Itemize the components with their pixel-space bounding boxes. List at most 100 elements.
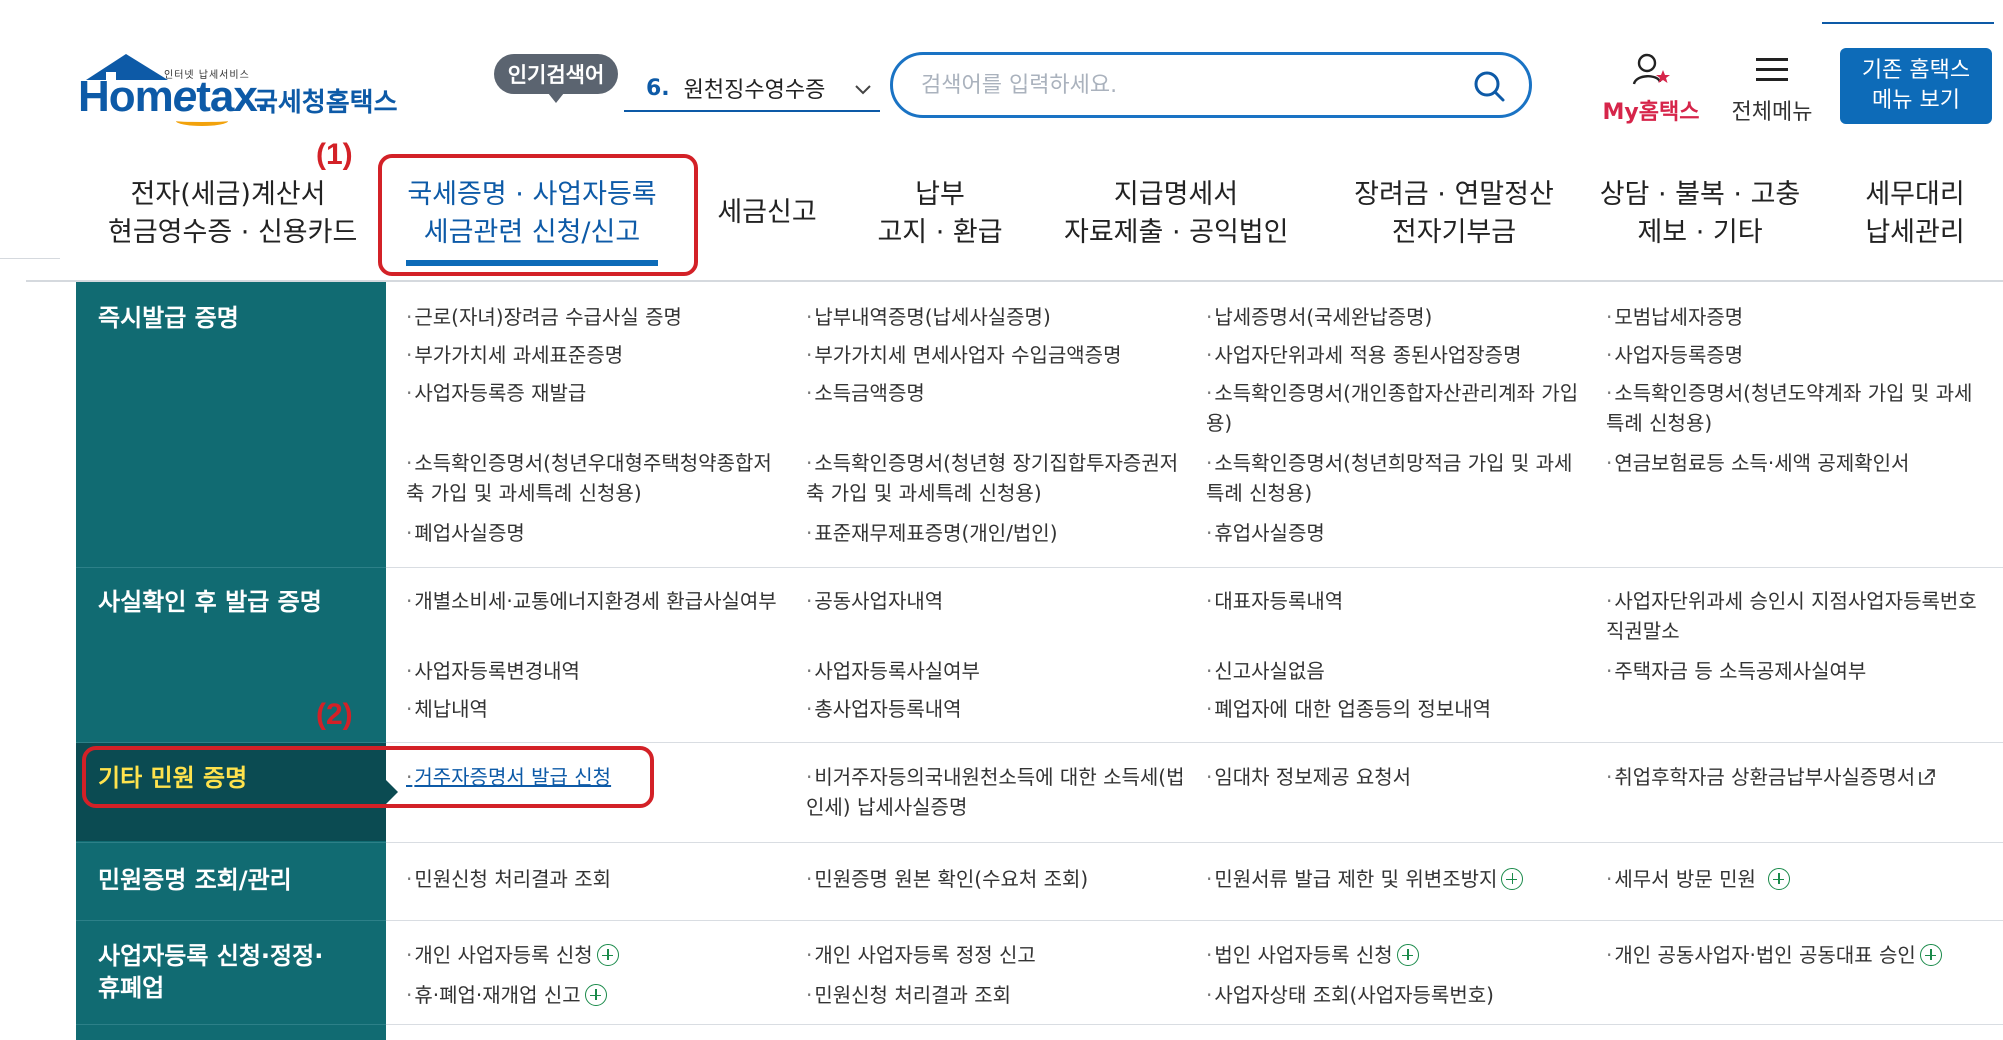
menu-link-label: 소득확인증명서(청년희망적금 가입 및 과세특례 신청용) bbox=[1206, 451, 1573, 505]
menu-link[interactable]: · 표준재무제표증명(개인/법인) bbox=[806, 518, 1186, 548]
bullet: · bbox=[1606, 659, 1613, 683]
menu-link[interactable]: · 사업자등록증 재발급 bbox=[406, 378, 786, 408]
gnb-tab-incentive-year-end[interactable]: 장려금 · 연말정산 전자기부금 bbox=[1344, 176, 1564, 252]
menu-link[interactable]: · 납세증명서(국세완납증명) bbox=[1206, 302, 1586, 332]
plus-circle-icon[interactable] bbox=[1396, 944, 1419, 966]
plus-circle-icon[interactable] bbox=[584, 984, 607, 1006]
menu-link[interactable]: · 개인 사업자등록 신청 bbox=[406, 940, 786, 970]
menu-link[interactable]: · 소득확인증명서(청년우대형주택청약종합저축 가입 및 과세특례 신청용) bbox=[406, 448, 786, 508]
bullet: · bbox=[1606, 943, 1613, 967]
menu-link-label: 민원신청 처리결과 조회 bbox=[414, 867, 612, 891]
category-business-registration[interactable]: 사업자등록 신청·정정· 휴폐업 bbox=[98, 940, 323, 1004]
bullet: · bbox=[1206, 589, 1213, 613]
menu-link-label: 개인 사업자등록 정정 신고 bbox=[814, 943, 1036, 967]
gnb-tab-label: 제보 · 기타 bbox=[1637, 217, 1763, 248]
row-divider bbox=[76, 1024, 386, 1025]
my-hometax-button[interactable]: My홈택스 bbox=[1596, 52, 1706, 125]
menu-link-label: 대표자등록내역 bbox=[1214, 589, 1344, 613]
plus-circle-icon[interactable] bbox=[1501, 868, 1524, 890]
menu-link[interactable]: · 대표자등록내역 bbox=[1206, 586, 1586, 616]
plus-circle-icon[interactable] bbox=[596, 944, 619, 966]
menu-link-label: 개인 공동사업자·법인 공동대표 승인 bbox=[1614, 943, 1916, 967]
menu-link[interactable]: · 근로(자녀)장려금 수급사실 증명 bbox=[406, 302, 786, 332]
menu-link-label: 공동사업자내역 bbox=[814, 589, 944, 613]
bullet: · bbox=[406, 521, 413, 545]
popular-keyword-text: 원천징수영수증 bbox=[683, 78, 826, 103]
menu-link[interactable]: · 휴업사실증명 bbox=[1206, 518, 1586, 548]
menu-link[interactable]: · 법인 사업자등록 신청 bbox=[1206, 940, 1586, 970]
menu-link-label: 신고사실없음 bbox=[1214, 659, 1325, 683]
category-instant-issue[interactable]: 즉시발급 증명 bbox=[98, 302, 239, 334]
bullet: · bbox=[1206, 381, 1213, 405]
gnb-tab-tax-agent[interactable]: 세무대리 납세관리 bbox=[1852, 176, 1978, 252]
hometax-logo[interactable]: 인터넷 납세서비스 Hometax. 국세청홈택스 bbox=[78, 50, 398, 130]
menu-link[interactable]: · 민원신청 처리결과 조회 bbox=[806, 980, 1186, 1010]
menu-link[interactable]: · 휴·폐업·재개업 신고 bbox=[406, 980, 786, 1010]
main-navigation: 전자(세금)계산서 현금영수증 · 신용카드 국세증명 · 사업자등록 세금관련… bbox=[0, 140, 2003, 282]
divider bbox=[1822, 22, 1994, 24]
menu-link[interactable]: · 비거주자등의국내원천소득에 대한 소득세(법인세) 납세사실증명 bbox=[806, 762, 1186, 822]
menu-link-label: 사업자등록변경내역 bbox=[414, 659, 580, 683]
gnb-tab-label: 상담 · 불복 · 고충 bbox=[1599, 179, 1801, 210]
menu-link[interactable]: · 납부내역증명(납세사실증명) bbox=[806, 302, 1186, 332]
bullet: · bbox=[1606, 867, 1613, 891]
menu-link-label: 소득확인증명서(개인종합자산관리계좌 가입용) bbox=[1206, 381, 1579, 435]
menu-link[interactable]: · 부가가치세 과세표준증명 bbox=[406, 340, 786, 370]
menu-link[interactable]: · 취업후학자금 상환금납부사실증명서 bbox=[1606, 762, 2003, 792]
menu-link[interactable]: · 소득확인증명서(청년형 장기집합투자증권저축 가입 및 과세특례 신청용) bbox=[806, 448, 1186, 508]
menu-link[interactable]: · 소득확인증명서(청년희망적금 가입 및 과세특례 신청용) bbox=[1206, 448, 1586, 508]
menu-link[interactable]: · 폐업사실증명 bbox=[406, 518, 786, 548]
popular-keyword-dropdown[interactable]: 6. 원천징수영수증 bbox=[624, 66, 880, 112]
bullet: · bbox=[1606, 451, 1613, 475]
menu-link[interactable]: · 연금보험료등 소득·세액 공제확인서 bbox=[1606, 448, 1986, 478]
all-menu-button[interactable]: 전체메뉴 bbox=[1722, 52, 1822, 125]
gnb-tab-statement-submission[interactable]: 지급명세서 자료제출 · 공익법인 bbox=[1064, 176, 1288, 252]
menu-link[interactable]: · 폐업자에 대한 업종등의 정보내역 bbox=[1206, 694, 1586, 724]
menu-link[interactable]: · 사업자등록증명 bbox=[1606, 340, 1986, 370]
menu-link[interactable]: · 사업자상태 조회(사업자등록번호) bbox=[1206, 980, 1586, 1010]
gnb-tab-tax-filing[interactable]: 세금신고 bbox=[712, 194, 822, 232]
menu-link[interactable]: · 임대차 정보제공 요청서 bbox=[1206, 762, 1586, 792]
bullet: · bbox=[406, 867, 413, 891]
search-icon[interactable] bbox=[1469, 67, 1509, 107]
menu-link[interactable]: · 민원서류 발급 제한 및 위변조방지 bbox=[1206, 864, 1586, 894]
menu-link[interactable]: · 사업자등록변경내역 bbox=[406, 656, 786, 686]
bullet: · bbox=[806, 343, 813, 367]
row-divider bbox=[76, 567, 386, 568]
menu-link[interactable]: · 소득확인증명서(개인종합자산관리계좌 가입용) bbox=[1206, 378, 1586, 438]
menu-link[interactable]: · 신고사실없음 bbox=[1206, 656, 1586, 686]
row-divider bbox=[386, 742, 2003, 743]
menu-link[interactable]: · 모범납세자증명 bbox=[1606, 302, 1986, 332]
menu-link[interactable]: · 개별소비세·교통에너지환경세 환급사실여부 bbox=[406, 586, 786, 616]
menu-link[interactable]: · 사업자단위과세 적용 종된사업장증명 bbox=[1206, 340, 1586, 370]
legacy-menu-button[interactable]: 기존 홈택스 메뉴 보기 bbox=[1840, 48, 1992, 124]
search-input[interactable] bbox=[921, 67, 1461, 103]
category-verified-issue[interactable]: 사실확인 후 발급 증명 bbox=[98, 586, 322, 618]
menu-link[interactable]: · 주택자금 등 소득공제사실여부 bbox=[1606, 656, 1986, 686]
gnb-tab-e-invoice[interactable]: 전자(세금)계산서 현금영수증 · 신용카드 bbox=[108, 176, 357, 252]
menu-link[interactable]: · 개인 공동사업자·법인 공동대표 승인 bbox=[1606, 940, 2003, 970]
menu-link[interactable]: · 사업자단위과세 승인시 지점사업자등록번호 직권말소 bbox=[1606, 586, 1986, 646]
menu-link[interactable]: · 개인 사업자등록 정정 신고 bbox=[806, 940, 1186, 970]
gnb-tab-consultation[interactable]: 상담 · 불복 · 고충 제보 · 기타 bbox=[1598, 176, 1802, 252]
menu-link[interactable]: · 공동사업자내역 bbox=[806, 586, 1186, 616]
menu-link[interactable]: · 부가가치세 면세사업자 수입금액증명 bbox=[806, 340, 1186, 370]
menu-link[interactable]: · 총사업자등록내역 bbox=[806, 694, 1186, 724]
menu-link[interactable]: · 소득확인증명서(청년도약계좌 가입 및 과세특례 신청용) bbox=[1606, 378, 1986, 438]
gnb-tab-label: 전자(세금)계산서 bbox=[130, 179, 326, 210]
bullet: · bbox=[1206, 659, 1213, 683]
menu-link[interactable]: · 민원신청 처리결과 조회 bbox=[406, 864, 786, 894]
hamburger-menu-icon bbox=[1756, 58, 1788, 81]
gnb-tab-payment[interactable]: 납부 고지 · 환급 bbox=[870, 176, 1010, 252]
menu-link-label: 사업자등록증명 bbox=[1614, 343, 1744, 367]
menu-link-label: 민원증명 원본 확인(수요처 조회) bbox=[814, 867, 1089, 891]
menu-link[interactable]: · 소득금액증명 bbox=[806, 378, 1186, 408]
menu-link[interactable]: · 체납내역 bbox=[406, 694, 786, 724]
menu-link[interactable]: · 민원증명 원본 확인(수요처 조회) bbox=[806, 864, 1186, 894]
menu-link[interactable]: · 세무서 방문 민원 bbox=[1606, 864, 1986, 894]
plus-circle-icon[interactable] bbox=[1919, 944, 1942, 966]
category-inquiry-management[interactable]: 민원증명 조회/관리 bbox=[98, 864, 292, 896]
plus-circle-icon[interactable] bbox=[1767, 868, 1790, 890]
menu-link[interactable]: · 사업자등록사실여부 bbox=[806, 656, 1186, 686]
bullet: · bbox=[806, 867, 813, 891]
